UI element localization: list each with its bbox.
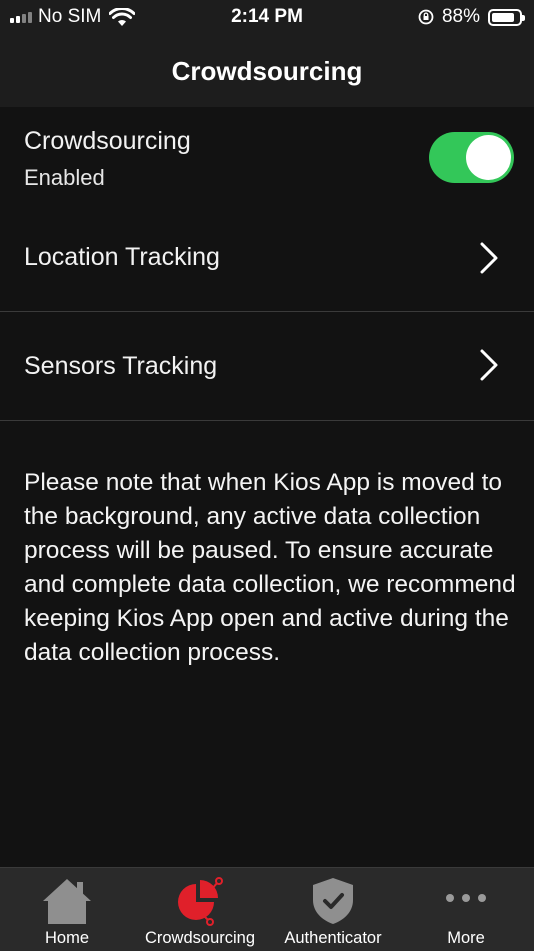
tab-crowdsourcing[interactable]: Crowdsourcing [133,868,267,951]
sensors-tracking-label: Sensors Tracking [24,352,218,380]
tab-authenticator[interactable]: Authenticator [266,868,400,951]
location-tracking-row[interactable]: Location Tracking [0,213,534,311]
tab-home[interactable]: Home [0,868,134,951]
page-title: Crowdsourcing [171,56,363,86]
tab-label: More [447,929,485,947]
tab-label: Crowdsourcing [144,929,256,947]
crowdsourcing-status: Enabled [24,165,105,190]
tab-more[interactable]: More [399,868,533,951]
more-dots-icon [446,894,486,902]
sensors-tracking-row[interactable]: Sensors Tracking [0,312,534,420]
status-right: 88% [418,6,525,28]
battery-percent: 88% [441,6,480,27]
shield-check-icon [313,878,353,924]
toggle-knob [466,135,511,180]
crowdsourcing-toggle[interactable] [429,132,514,183]
status-bar: No SIM 2:14 PM 88% [0,0,534,36]
chevron-right-icon [480,242,498,274]
home-icon [43,879,91,924]
orientation-lock-icon [418,9,434,25]
location-tracking-label: Location Tracking [24,243,220,271]
chevron-right-icon [480,349,498,381]
battery-icon [488,8,525,26]
crowdsourcing-label: Crowdsourcing [24,127,191,155]
background-notice-text: Please note that when Kios App is moved … [24,469,516,666]
divider [0,420,534,421]
tab-label: Home [44,929,89,947]
crowdsourcing-icon [178,877,223,926]
tab-bar: Home Crowdsourcing Authenticator More [0,867,534,951]
navigation-bar: Crowdsourcing [0,36,534,107]
tab-label: Authenticator [284,929,382,947]
